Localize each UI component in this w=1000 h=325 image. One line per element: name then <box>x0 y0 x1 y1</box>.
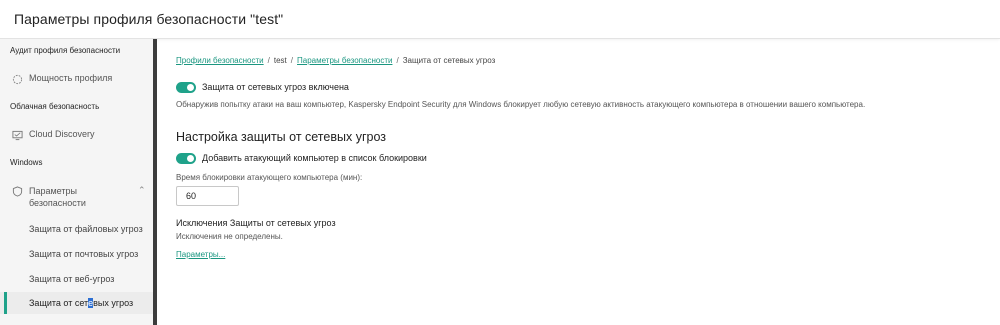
sidebar-item-label-line1: Параметры <box>29 186 77 196</box>
sidebar-item-label-line2: безопасности <box>29 198 86 208</box>
sidebar-subitem-file-threats[interactable]: Защита от файловых угроз <box>29 224 143 234</box>
breadcrumb-current: Защита от сетевых угроз <box>402 56 496 65</box>
page-header: Параметры профиля безопасности "test" <box>0 0 1000 39</box>
gauge-icon <box>12 74 23 85</box>
main-content: Профили безопасности / test / Параметры безо… <box>175 39 995 325</box>
exclusions-text: Исключения не определены. <box>176 232 283 241</box>
section-title: Настройка защиты от сетевых угроз <box>176 130 386 144</box>
chevron-up-icon[interactable]: ⌃ <box>138 185 146 196</box>
block-attacker-label: Добавить атакующий компьютер в список бл… <box>202 153 427 163</box>
breadcrumb-separator: / <box>290 56 294 65</box>
sidebar-subitem-web-threats[interactable]: Защита от веб-угроз <box>29 274 114 284</box>
breadcrumb: Профили безопасности / test / Параметры безо… <box>176 56 495 65</box>
breadcrumb-separator: / <box>267 56 270 65</box>
sidebar-subitem-network-threats[interactable]: Защита от сетевых угроз <box>29 298 133 308</box>
sidebar-item-label: Cloud Discovery <box>29 129 95 139</box>
block-time-label: Время блокировки атакующего компьютера (… <box>176 173 363 182</box>
sidebar-active-indicator <box>4 292 7 314</box>
block-attacker-toggle[interactable] <box>176 153 196 164</box>
sidebar-section-cloud[interactable]: Облачная безопасность <box>10 102 99 111</box>
sidebar-subitem-mail-threats[interactable]: Защита от почтовых угроз <box>29 249 138 259</box>
network-protection-toggle[interactable] <box>176 82 196 93</box>
description-text: Обнаружив попытку атаки на ваш компьютер… <box>176 100 866 109</box>
sidebar-section-windows[interactable]: Windows <box>10 158 42 167</box>
exclusions-title: Исключения Защиты от сетевых угроз <box>176 218 336 228</box>
sidebar-section-audit[interactable]: Аудит профиля безопасности <box>10 46 120 55</box>
breadcrumb-link-settings[interactable]: Параметры безопасности <box>297 56 392 65</box>
shield-icon <box>12 186 23 197</box>
block-time-input[interactable]: 60 <box>176 186 239 206</box>
breadcrumb-profile: test <box>273 56 287 65</box>
monitor-icon <box>12 130 23 141</box>
sidebar-item-profile-power[interactable]: Мощность профиля <box>12 73 112 85</box>
breadcrumb-link-profiles[interactable]: Профили безопасности <box>176 56 264 65</box>
network-protection-label: Защита от сетевых угроз включена <box>202 82 349 92</box>
label-part: Защита от сет <box>29 298 89 308</box>
exclusions-settings-link[interactable]: Параметры... <box>176 250 225 259</box>
breadcrumb-separator: / <box>396 56 399 65</box>
sidebar-item-label: Мощность профиля <box>29 73 113 83</box>
label-part: вых угроз <box>93 298 134 308</box>
sidebar-divider <box>153 39 157 325</box>
sidebar-item-security-settings[interactable]: Параметры безопасности <box>12 185 86 209</box>
page-title: Параметры профиля безопасности "test" <box>14 11 284 27</box>
sidebar-item-cloud-discovery[interactable]: Cloud Discovery <box>12 129 95 141</box>
